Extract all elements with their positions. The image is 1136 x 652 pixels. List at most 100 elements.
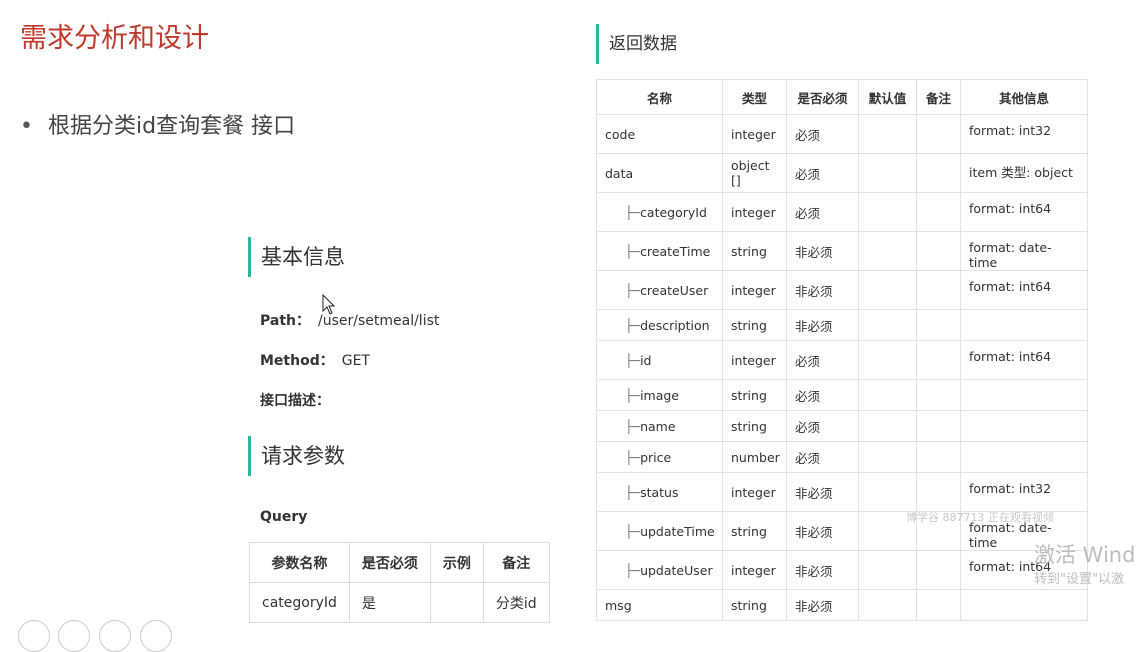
cell-name: code	[596, 114, 723, 154]
cell-default	[858, 379, 917, 411]
response-column-header: 其他信息	[960, 79, 1088, 115]
cell-type: integer	[722, 192, 787, 232]
cell-type: integer	[722, 114, 787, 154]
cell-default	[858, 550, 917, 590]
method-value: GET	[341, 353, 370, 369]
cell-required: 必须	[786, 192, 859, 232]
cell-name: ├─description	[596, 309, 723, 341]
cell-name: ├─id	[596, 340, 723, 380]
table-row: ├─name string 必须	[596, 410, 1088, 442]
desc-row: 接口描述：	[260, 390, 330, 410]
cell-default	[858, 114, 917, 154]
path-label: Path：	[260, 313, 310, 329]
table-row: data object [] 必须 item 类型: object	[596, 153, 1088, 193]
field-name: image	[640, 387, 679, 403]
cell-name: ├─createUser	[596, 270, 723, 310]
response-column-header: 是否必须	[786, 79, 859, 115]
field-name: name	[640, 418, 676, 434]
table-cell: categoryId	[249, 582, 350, 623]
table-cell	[429, 582, 484, 623]
table-row: ├─createUser integer 非必须 format: int64	[596, 270, 1088, 310]
query-column-header: 示例	[429, 542, 484, 583]
slide-title: 需求分析和设计	[20, 23, 209, 54]
cell-info: item 类型: object	[960, 153, 1088, 193]
cell-note	[916, 589, 961, 621]
response-column-header: 备注	[916, 79, 961, 115]
cell-info	[960, 410, 1088, 442]
query-table-header: 参数名称 是否必须 示例 备注	[249, 542, 550, 583]
response-table: 名称 类型 是否必须 默认值 备注 其他信息 code integer 必须 format: i…	[596, 79, 1088, 621]
tree-branch-icon: ├─	[625, 243, 641, 259]
query-params-table: 参数名称 是否必须 示例 备注 categoryId 是 分类id	[249, 542, 550, 623]
method-row: Method： GET	[260, 350, 370, 370]
cell-name: ├─price	[596, 441, 723, 473]
tree-branch-icon: ├─	[625, 523, 641, 539]
cell-type: object []	[722, 153, 787, 193]
slide-control-icon[interactable]	[18, 620, 50, 652]
cell-type: number	[722, 441, 787, 473]
query-column-header: 是否必须	[348, 542, 431, 583]
bullet-text: 根据分类id查询套餐 接口	[48, 114, 296, 139]
cell-required: 必须	[786, 340, 859, 380]
cell-default	[858, 192, 917, 232]
response-heading: 返回数据	[596, 24, 677, 64]
table-row: ├─description string 非必须	[596, 309, 1088, 341]
watermark-text: 博学谷 887713 正在观看视频	[906, 511, 1054, 524]
field-name: id	[640, 352, 652, 368]
cell-name: ├─name	[596, 410, 723, 442]
query-column-header: 备注	[482, 542, 550, 583]
table-row: categoryId 是 分类id	[249, 582, 550, 623]
table-row: ├─updateUser integer 非必须 format: int64	[596, 550, 1088, 590]
slide-control-icon[interactable]	[99, 620, 131, 652]
activate-windows-title: 激活 Windo	[1034, 543, 1136, 567]
cell-name: ├─status	[596, 472, 723, 512]
cell-default	[858, 340, 917, 380]
bullet-item: • 根据分类id查询套餐 接口	[20, 108, 295, 140]
path-value: /user/setmeal/list	[318, 313, 440, 329]
tree-branch-icon: ├─	[625, 418, 641, 434]
cell-required: 非必须	[786, 472, 859, 512]
cell-info: format: int32	[960, 114, 1088, 154]
table-row: ├─status integer 非必须 format: int32	[596, 472, 1088, 512]
cell-note	[916, 410, 961, 442]
cell-name: msg	[596, 589, 723, 621]
cell-default	[858, 589, 917, 621]
tree-branch-icon: ├─	[625, 317, 641, 333]
response-table-header: 名称 类型 是否必须 默认值 备注 其他信息	[596, 79, 1088, 115]
cell-type: string	[722, 379, 787, 411]
cell-name: ├─image	[596, 379, 723, 411]
cell-type: string	[722, 309, 787, 341]
cell-name: ├─createTime	[596, 231, 723, 271]
cell-note	[916, 231, 961, 271]
cell-note	[916, 309, 961, 341]
cell-info	[960, 309, 1088, 341]
cell-default	[858, 231, 917, 271]
cell-name: data	[596, 153, 723, 193]
field-name: status	[640, 484, 679, 500]
cell-info: format: int64	[960, 192, 1088, 232]
table-row: ├─image string 必须	[596, 379, 1088, 411]
cell-default	[858, 309, 917, 341]
slide-control-icon[interactable]	[140, 620, 172, 652]
field-name: price	[640, 449, 672, 465]
field-name: createUser	[640, 282, 709, 298]
slide-control-icon[interactable]	[58, 620, 90, 652]
tree-branch-icon: ├─	[625, 204, 641, 220]
query-label: Query	[260, 509, 308, 525]
path-row: Path： /user/setmeal/list	[260, 310, 439, 330]
table-row: ├─createTime string 非必须 format: date-time	[596, 231, 1088, 271]
cell-default	[858, 153, 917, 193]
cell-required: 非必须	[786, 511, 859, 551]
table-row: ├─categoryId integer 必须 format: int64	[596, 192, 1088, 232]
cell-note	[916, 340, 961, 380]
request-params-heading: 请求参数	[248, 436, 345, 476]
table-row: code integer 必须 format: int32	[596, 114, 1088, 154]
cell-note	[916, 270, 961, 310]
cell-info	[960, 589, 1088, 621]
cell-default	[858, 441, 917, 473]
cell-required: 非必须	[786, 550, 859, 590]
tree-branch-icon: ├─	[625, 352, 641, 368]
response-column-header: 类型	[722, 79, 787, 115]
cell-required: 必须	[786, 410, 859, 442]
query-column-header: 参数名称	[249, 542, 350, 583]
